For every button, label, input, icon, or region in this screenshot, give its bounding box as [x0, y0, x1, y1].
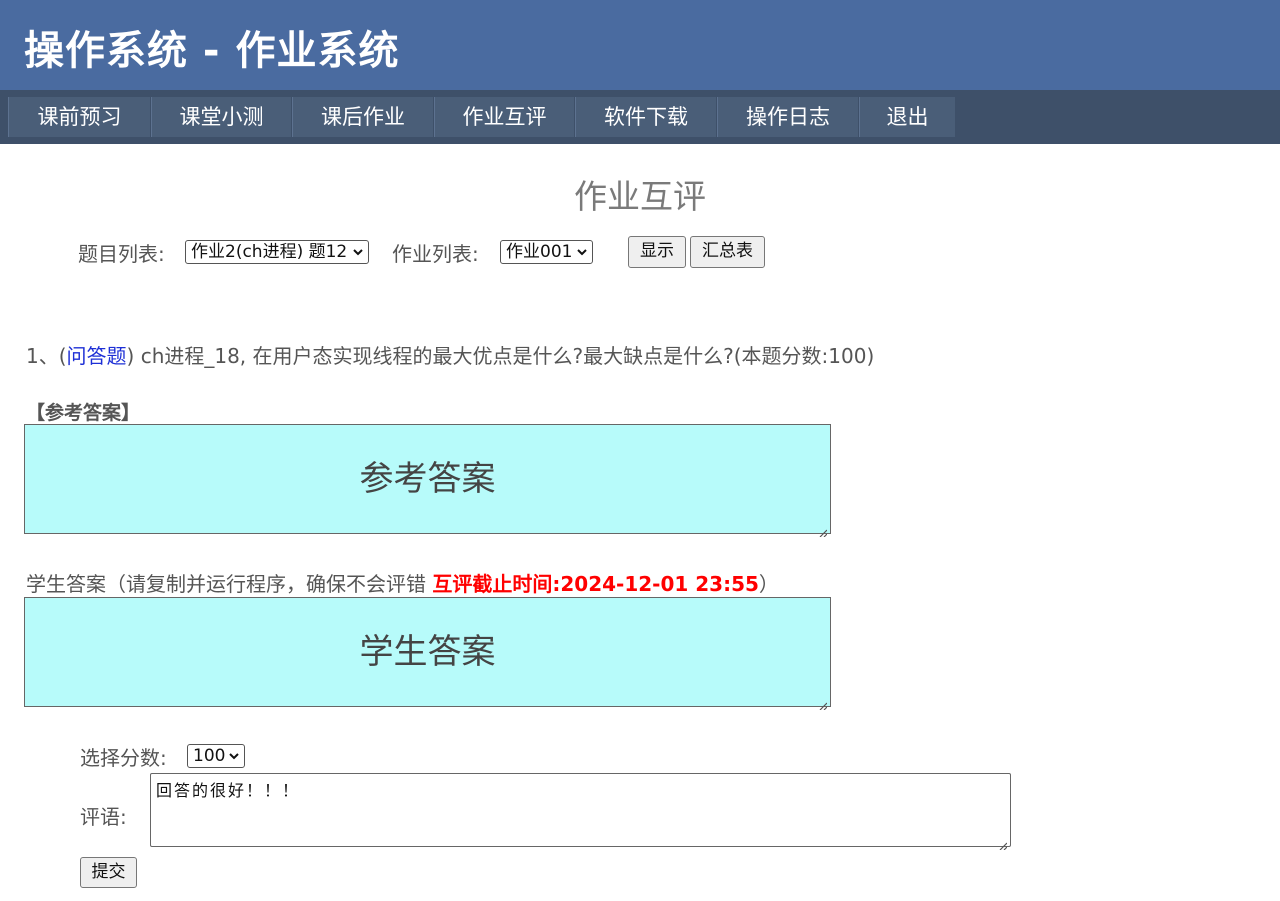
- student-answer-label-suffix: ）: [758, 572, 779, 596]
- question-prefix: 1、(: [26, 344, 67, 368]
- assignment-select-value: 作业001: [506, 242, 573, 262]
- resize-handle-icon[interactable]: [819, 522, 828, 538]
- topic-select-value: 作业2(ch进程) 题12: [191, 242, 348, 262]
- submit-button[interactable]: 提交: [80, 857, 137, 888]
- nav-item-logout[interactable]: 退出: [859, 97, 956, 137]
- app-header: 操作系统 - 作业系统: [0, 0, 1280, 90]
- app-title: 操作系统 - 作业系统: [24, 28, 400, 74]
- question-type-link[interactable]: 问答题: [67, 344, 127, 368]
- comment-text: 回答的很好！！！: [156, 781, 301, 800]
- nav-item-quiz[interactable]: 课堂小测: [151, 97, 292, 137]
- nav-item-preview[interactable]: 课前预习: [8, 97, 151, 137]
- nav-item-software-download[interactable]: 软件下载: [575, 97, 717, 137]
- question-body: ) ch进程_18, 在用户态实现线程的最大优点是什么?最大缺点是什么?(本题分…: [126, 344, 875, 368]
- chevron-down-icon: [228, 745, 240, 774]
- score-select-value: 100: [193, 746, 226, 766]
- comment-label: 评语:: [80, 805, 127, 829]
- chevron-down-icon: [352, 241, 364, 270]
- student-answer-instructions: 学生答案（请复制并运行程序，确保不会评错: [26, 572, 433, 596]
- resize-handle-icon[interactable]: [999, 835, 1008, 851]
- comment-textarea[interactable]: 回答的很好！！！: [150, 773, 1011, 851]
- question-text: 1、(问答题) ch进程_18, 在用户态实现线程的最大优点是什么?最大缺点是什…: [26, 340, 874, 369]
- show-button[interactable]: 显示: [628, 236, 686, 268]
- topic-select[interactable]: 作业2(ch进程) 题12: [185, 240, 369, 264]
- reference-answer-heading: 【参考答案】: [26, 402, 141, 424]
- student-answer-label: 学生答案（请复制并运行程序，确保不会评错 互评截止时间:2024-12-01 2…: [26, 568, 779, 597]
- assignment-list-label: 作业列表:: [392, 242, 479, 266]
- nav-item-peer-review[interactable]: 作业互评: [434, 97, 575, 137]
- reference-answer-box[interactable]: 参考答案: [24, 424, 831, 538]
- assignment-select[interactable]: 作业001: [500, 240, 593, 264]
- student-answer-box[interactable]: 学生答案: [24, 597, 831, 711]
- reference-answer-placeholder: 参考答案: [359, 459, 496, 499]
- score-select[interactable]: 100: [187, 744, 245, 768]
- nav-item-operation-log[interactable]: 操作日志: [717, 97, 859, 137]
- score-label: 选择分数:: [80, 746, 167, 770]
- resize-handle-icon[interactable]: [819, 695, 828, 711]
- chevron-down-icon: [576, 241, 588, 270]
- page-title: 作业互评: [574, 177, 706, 216]
- topic-list-label: 题目列表:: [78, 242, 165, 266]
- student-answer-placeholder: 学生答案: [359, 632, 496, 672]
- main-nav: 课前预习 课堂小测 课后作业 作业互评 软件下载 操作日志 退出: [0, 90, 1280, 144]
- nav-item-homework[interactable]: 课后作业: [292, 97, 434, 137]
- review-deadline: 互评截止时间:2024-12-01 23:55: [432, 572, 759, 596]
- summary-table-button[interactable]: 汇总表: [690, 236, 765, 268]
